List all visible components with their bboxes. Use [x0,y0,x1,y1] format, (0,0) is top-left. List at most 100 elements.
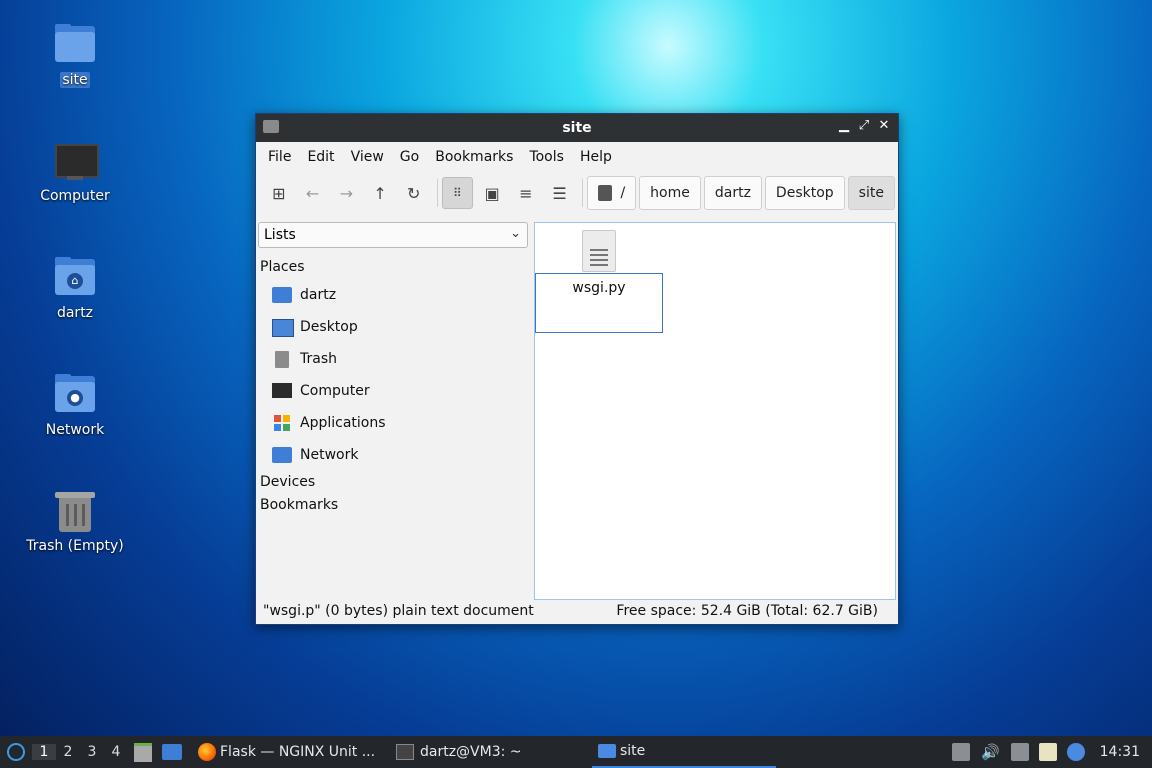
desktop-icon-computer[interactable]: Computer [20,140,130,204]
sidebar-view-select[interactable]: Lists ⌄ [258,222,528,248]
file-view[interactable]: wsgi.py [534,222,896,600]
sidebar-item-label: Applications [300,415,386,431]
breadcrumb-root-label: / [620,185,626,201]
clock[interactable]: 14:31 [1100,736,1140,768]
breadcrumb-desktop[interactable]: Desktop [764,176,845,210]
breadcrumb-root[interactable]: / [587,176,637,210]
minimize-button[interactable]: ▁ [836,118,852,136]
trash-icon [272,350,292,368]
network-tray-icon[interactable] [1010,743,1029,761]
reload-icon: ↻ [407,183,421,203]
terminal-icon [396,744,414,760]
task-label: Flask — NGINX Unit ... [220,744,376,760]
toolbar: ⊞ ← → ↑ ↻ ⠿ ▣ ≡ ☰ / home dartz Desktop s… [256,172,898,214]
maximize-button[interactable]: ⤢ [856,118,872,136]
task-label: dartz@VM3: ~ [420,744,522,760]
breadcrumb-site[interactable]: site [847,176,895,210]
sidebar-item-label: Trash [300,351,337,367]
quicklaunch-desktop[interactable] [162,736,182,768]
arrow-left-icon: ← [305,183,320,203]
file-manager-window: site ▁ ⤢ ✕ File Edit View Go Bookmarks T… [255,113,899,625]
menu-help[interactable]: Help [572,149,620,165]
close-button[interactable]: ✕ [876,118,892,136]
workspace-1[interactable]: 1 [32,744,56,760]
sidebar-view-select-value: Lists [264,227,296,243]
firefox-icon [198,743,216,761]
home-folder-icon [272,286,292,304]
task-site[interactable]: site [592,736,776,768]
new-window-button[interactable]: ⊞ [264,178,294,208]
tray-expand-icon[interactable] [951,743,970,761]
quicklaunch-file-manager[interactable] [134,736,152,768]
home-folder-icon: ⌂ [53,257,97,301]
sidebar-item-trash[interactable]: Trash [258,343,530,375]
sidebar-item-network[interactable]: Network [258,439,530,471]
text-file-icon [582,230,616,272]
sidebar-item-desktop[interactable]: Desktop [258,311,530,343]
sidebar-item-dartz[interactable]: dartz [258,279,530,311]
icon-view-button[interactable]: ⠿ [441,177,474,209]
lubuntu-logo-icon [7,743,25,761]
desktop-icon-label: site [60,72,90,88]
breadcrumb-dartz[interactable]: dartz [703,176,762,210]
task-terminal[interactable]: dartz@VM3: ~ [390,736,592,768]
reload-button[interactable]: ↻ [399,178,429,208]
start-menu-button[interactable] [0,736,32,768]
applications-icon [272,414,292,432]
menu-view[interactable]: View [343,149,392,165]
toolbar-separator [582,179,584,207]
task-firefox[interactable]: Flask — NGINX Unit ... [192,736,384,768]
list-icon: ≡ [519,183,533,203]
sidebar-section-devices[interactable]: Devices [258,471,530,494]
status-selection: "wsgi.p" (0 bytes) plain text document [263,603,534,619]
thumbnail-view-button[interactable]: ▣ [477,178,507,208]
back-button[interactable]: ← [298,178,328,208]
clipboard-icon[interactable] [1038,743,1057,761]
desktop-icon [272,318,294,337]
menu-go[interactable]: Go [392,149,427,165]
desktop-icon-home[interactable]: ⌂ dartz [20,257,130,321]
menubar: File Edit View Go Bookmarks Tools Help [256,142,898,172]
update-notifier-icon[interactable] [1066,743,1085,761]
desktop-icon-network[interactable]: ● Network [20,374,130,438]
arrow-right-icon: → [339,183,353,203]
sidebar-item-applications[interactable]: Applications [258,407,530,439]
file-item[interactable]: wsgi.py [535,230,663,333]
grid-icon: ⠿ [453,186,462,200]
folder-icon [598,744,616,758]
menu-edit[interactable]: Edit [299,149,342,165]
menu-bookmarks[interactable]: Bookmarks [427,149,521,165]
show-desktop-icon [162,744,182,760]
titlebar[interactable]: site ▁ ⤢ ✕ [256,114,898,142]
sidebar-item-label: Desktop [300,319,358,335]
sidebar-item-computer[interactable]: Computer [258,375,530,407]
status-free-space: Free space: 52.4 GiB (Total: 62.7 GiB) [616,603,878,619]
workspace-4[interactable]: 4 [104,744,128,760]
drive-icon [598,185,613,201]
computer-icon [53,140,99,184]
sidebar-item-label: Computer [300,383,370,399]
detail-list-icon: ☰ [552,183,567,203]
sidebar-section-bookmarks[interactable]: Bookmarks [258,494,530,517]
menu-tools[interactable]: Tools [521,149,572,165]
menu-file[interactable]: File [260,149,299,165]
volume-icon[interactable]: 🔊 [981,736,1000,768]
workspace-2[interactable]: 2 [56,744,80,760]
toolbar-separator [436,179,438,207]
desktop-icon-site[interactable]: site [20,24,130,88]
detail-view-button[interactable]: ☰ [545,178,575,208]
desktop-icon-trash[interactable]: Trash (Empty) [20,490,130,554]
taskbar: 1 2 3 4 Flask — NGINX Unit ... dartz@VM3… [0,736,1152,768]
sidebar-section-places: Places [260,259,305,275]
window-title: site [562,120,592,136]
computer-icon [272,382,292,400]
desktop-icon-label: Trash (Empty) [26,538,124,554]
file-name: wsgi.py [572,280,626,296]
up-button[interactable]: ↑ [365,178,395,208]
compact-view-button[interactable]: ≡ [511,178,541,208]
desktop-icon-label: Network [45,422,105,438]
forward-button[interactable]: → [331,178,361,208]
breadcrumb-home[interactable]: home [639,176,701,210]
chevron-down-icon: ⌄ [510,226,521,241]
workspace-3[interactable]: 3 [80,744,104,760]
